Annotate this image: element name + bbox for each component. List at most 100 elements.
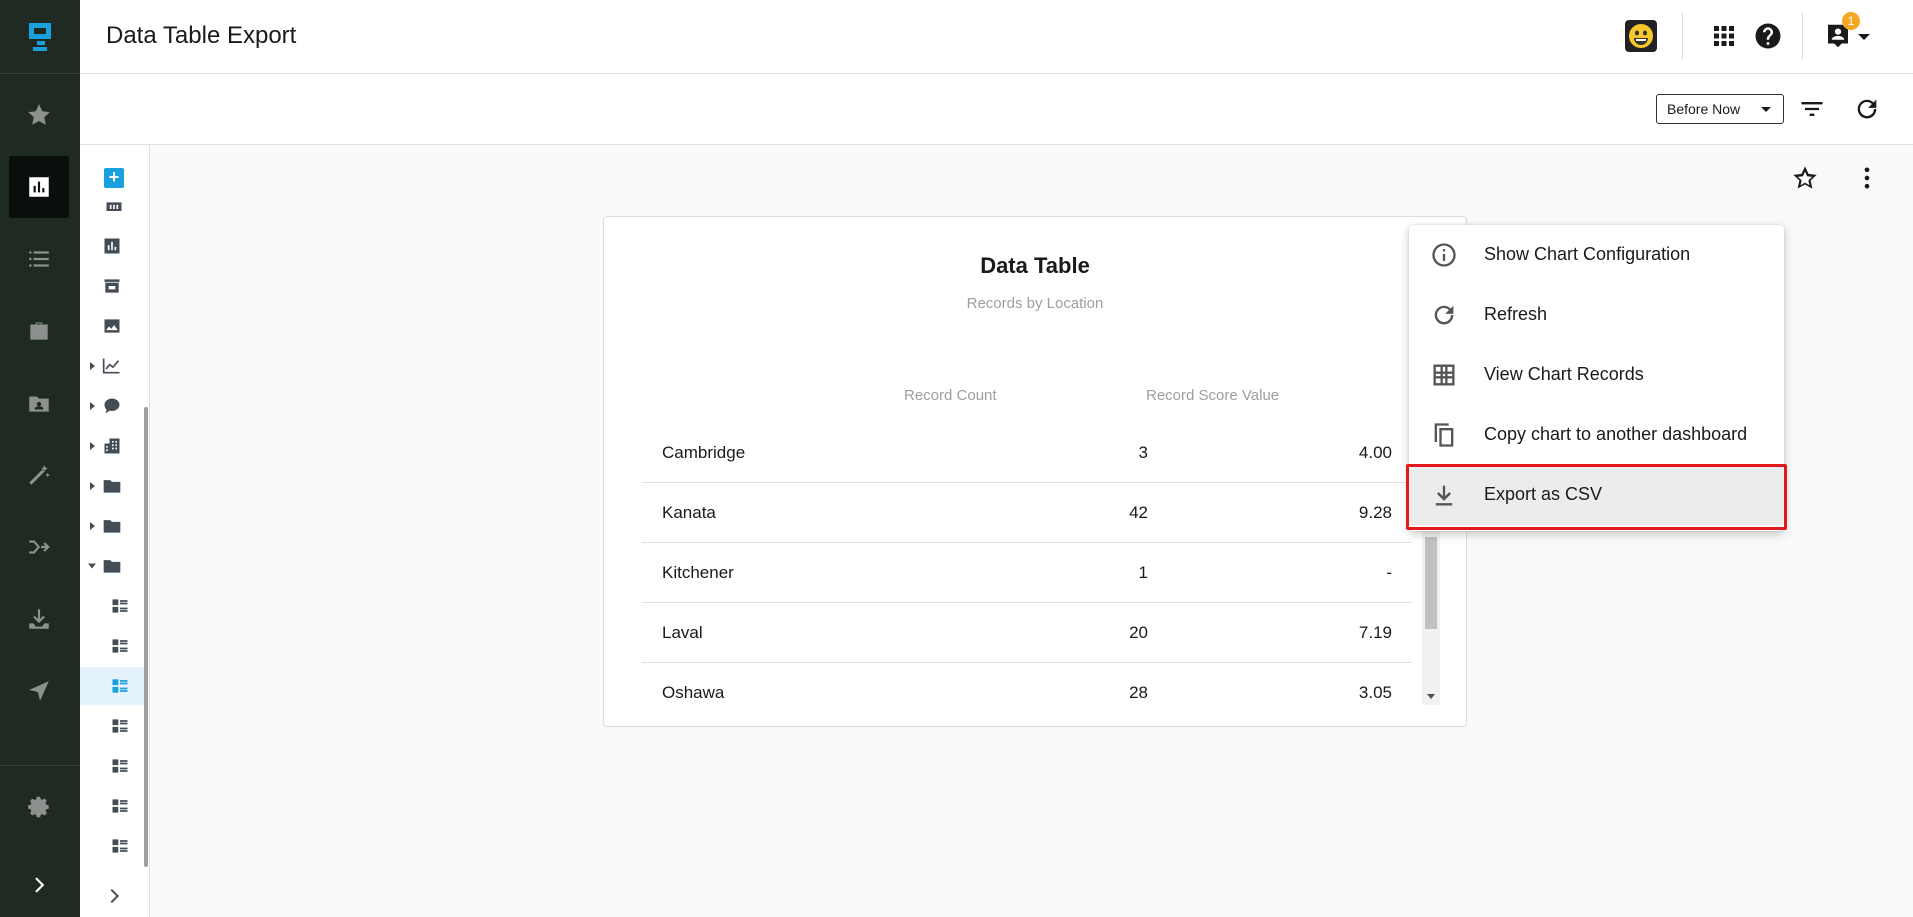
app-logo[interactable] <box>0 0 80 74</box>
menu-item-copy-chart[interactable]: Copy chart to another dashboard <box>1409 405 1784 465</box>
briefcase-icon <box>30 322 48 340</box>
table-row[interactable]: Kanata 42 9.28 <box>642 483 1412 543</box>
more-options-button[interactable] <box>1851 162 1883 194</box>
tree-scrollbar[interactable] <box>144 407 148 867</box>
tree-item[interactable] <box>86 509 122 543</box>
column-header[interactable]: Record Score Value <box>1146 387 1279 404</box>
comment-icon <box>104 398 120 414</box>
rail-contacts[interactable] <box>9 372 69 434</box>
tree-item[interactable] <box>104 197 124 211</box>
emoji-avatar-icon <box>1629 24 1653 48</box>
rail-work[interactable] <box>9 300 69 362</box>
menu-item-show-chart-configuration[interactable]: Show Chart Configuration <box>1409 225 1784 285</box>
folder-open-icon <box>103 560 121 573</box>
tree-item-dashboard[interactable] <box>110 789 130 823</box>
grid-icon <box>1429 360 1459 390</box>
tree-item[interactable] <box>102 229 122 263</box>
caret-right-icon <box>90 362 95 370</box>
tree-item[interactable] <box>102 309 122 343</box>
send-icon <box>29 681 49 701</box>
notifications-button[interactable]: 1 <box>1820 12 1860 54</box>
rail-magic[interactable] <box>9 444 69 506</box>
star-outline-icon <box>1793 166 1817 189</box>
tree-item[interactable] <box>102 269 122 303</box>
row-location: Oshawa <box>662 683 725 702</box>
row-score: 4.00 <box>1358 443 1392 462</box>
add-icon[interactable]: + <box>104 168 124 188</box>
contact-card-icon <box>29 396 49 412</box>
row-location: Kitchener <box>662 563 734 582</box>
dashboard-icon <box>112 599 128 613</box>
chart-subtitle: Records by Location <box>966 295 1104 312</box>
row-score: 3.05 <box>1358 683 1392 702</box>
column-header[interactable]: Record Count <box>904 387 997 404</box>
table-row[interactable]: Laval 20 7.19 <box>642 603 1412 663</box>
row-score: 9.28 <box>1358 503 1392 522</box>
tree-item-dashboard[interactable] <box>110 589 130 623</box>
dashboard-icon <box>112 719 128 733</box>
refresh-icon <box>1857 99 1877 119</box>
gear-icon <box>28 796 49 818</box>
dashboard-toolbar: Before Now <box>80 74 1913 145</box>
tree-item-dashboard[interactable] <box>110 829 130 863</box>
notification-badge: 1 <box>1842 12 1860 30</box>
page-title: Data Table Export <box>106 22 297 49</box>
rail-divider <box>0 765 80 766</box>
tree-item-dashboard[interactable] <box>110 749 130 783</box>
tree-item-dashboard[interactable] <box>110 709 130 743</box>
tree-item[interactable] <box>86 549 122 583</box>
rail-dashboards[interactable] <box>9 156 69 218</box>
avatar[interactable] <box>1625 20 1657 52</box>
copy-icon <box>1429 420 1459 450</box>
table-row[interactable]: Oshawa 28 3.05 <box>642 663 1412 723</box>
rail-send[interactable] <box>9 660 69 722</box>
dashboard-icon <box>112 759 128 773</box>
rail-favorites[interactable] <box>9 84 69 146</box>
list-icon <box>29 251 49 267</box>
row-count: 42 <box>1129 503 1148 522</box>
chart-title: Data Table <box>980 253 1090 278</box>
bar-chart-icon <box>104 238 120 254</box>
dashboard-tree: + <box>80 145 150 917</box>
download-tray-icon <box>29 609 49 629</box>
time-range-select[interactable]: Before Now <box>1656 94 1784 124</box>
merge-icon <box>29 540 50 554</box>
tree-item[interactable] <box>86 469 122 503</box>
rail-import[interactable] <box>9 588 69 650</box>
filter-button[interactable] <box>1797 94 1827 124</box>
row-score: - <box>1386 563 1392 582</box>
table-row[interactable]: Cambridge 3 4.00 <box>642 423 1412 483</box>
tree-item[interactable] <box>86 389 122 423</box>
rail-workflow[interactable] <box>9 516 69 578</box>
scroll-down-arrow-icon[interactable] <box>1427 694 1435 699</box>
tree-item-dashboard[interactable] <box>110 629 130 663</box>
menu-item-view-chart-records[interactable]: View Chart Records <box>1409 345 1784 405</box>
row-count: 20 <box>1129 623 1148 642</box>
refresh-dashboard-button[interactable] <box>1852 94 1882 124</box>
tree-item[interactable] <box>86 349 122 383</box>
table-row[interactable]: Kitchener 1 - <box>642 543 1412 603</box>
scrollbar-thumb[interactable] <box>1425 537 1437 629</box>
store-icon <box>104 279 120 293</box>
favorite-dashboard-button[interactable] <box>1789 162 1821 194</box>
row-location: Kanata <box>662 503 716 522</box>
help-button[interactable] <box>1750 18 1786 54</box>
magic-wand-icon <box>29 465 50 485</box>
rail-settings[interactable] <box>9 776 69 838</box>
tree-expand-button[interactable] <box>102 883 128 909</box>
highlight-box <box>1406 464 1787 530</box>
logo-icon <box>29 22 51 51</box>
folder-icon <box>103 480 121 493</box>
tree-item[interactable] <box>86 429 122 463</box>
chevron-down-icon <box>1761 107 1771 112</box>
bar-chart-icon <box>29 177 49 197</box>
tree-item-dashboard-active[interactable] <box>80 667 144 705</box>
top-header: Data Table Export 1 <box>80 0 1913 74</box>
menu-item-refresh[interactable]: Refresh <box>1409 285 1784 345</box>
rail-lists[interactable] <box>9 228 69 290</box>
filter-icon <box>1801 102 1823 116</box>
apps-button[interactable] <box>1706 18 1742 54</box>
rail-expand-button[interactable] <box>0 860 80 910</box>
row-count: 28 <box>1129 683 1148 702</box>
account-menu-caret[interactable] <box>1858 34 1870 40</box>
